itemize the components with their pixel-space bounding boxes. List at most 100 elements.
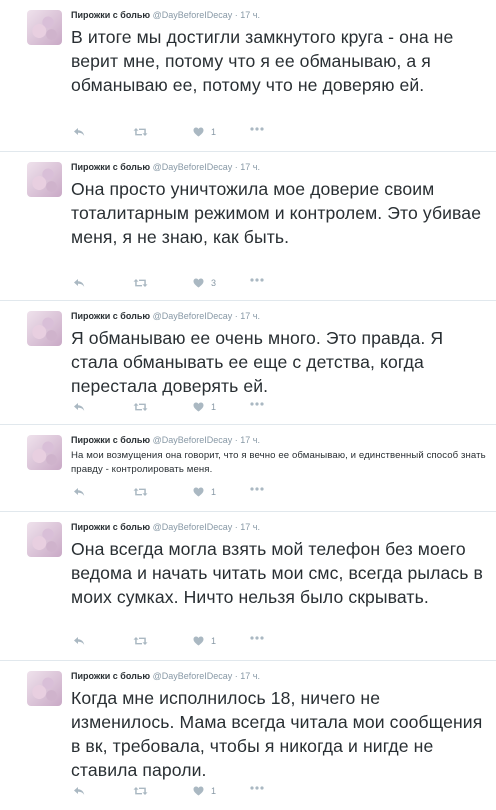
- tweet-actions: 1: [71, 636, 331, 650]
- tweet-timeline: Пирожки с болью @DayBeforeIDecay · 17 ч.…: [0, 0, 496, 810]
- like-button[interactable]: 1: [193, 786, 216, 796]
- retweet-icon: [133, 786, 148, 796]
- author-name[interactable]: Пирожки с болью: [71, 10, 150, 20]
- tweet[interactable]: Пирожки с болью @DayBeforeIDecay · 17 ч.…: [0, 301, 496, 425]
- tweet-text: Когда мне исполнилось 18, ничего не изме…: [71, 688, 483, 780]
- retweet-button[interactable]: [133, 402, 148, 412]
- author-name[interactable]: Пирожки с болью: [71, 311, 150, 321]
- more-button[interactable]: [250, 127, 264, 131]
- tweet-header: Пирожки с болью @DayBeforeIDecay · 17 ч.: [71, 310, 486, 322]
- tweet-timestamp[interactable]: 17 ч.: [240, 10, 260, 20]
- more-icon: [250, 278, 264, 282]
- like-button[interactable]: 1: [193, 402, 216, 412]
- author-name[interactable]: Пирожки с болью: [71, 435, 150, 445]
- tweet[interactable]: Пирожки с болью @DayBeforeIDecay · 17 ч.…: [0, 425, 496, 512]
- reply-button[interactable]: [73, 402, 85, 412]
- more-icon: [250, 786, 264, 790]
- tweet-timestamp[interactable]: 17 ч.: [240, 522, 260, 532]
- tweet[interactable]: Пирожки с болью @DayBeforeIDecay · 17 ч.…: [0, 512, 496, 661]
- retweet-button[interactable]: [133, 487, 148, 497]
- more-icon: [250, 402, 264, 406]
- retweet-button[interactable]: [133, 127, 148, 137]
- more-icon: [250, 636, 264, 640]
- avatar[interactable]: [27, 522, 62, 557]
- tweet-timestamp[interactable]: 17 ч.: [240, 435, 260, 445]
- tweet-text: На мои возмущения она говорит, что я веч…: [71, 450, 486, 475]
- tweet-timestamp[interactable]: 17 ч.: [240, 311, 260, 321]
- reply-button[interactable]: [73, 278, 85, 288]
- tweet-text: Я обманываю ее очень много. Это правда. …: [71, 328, 444, 396]
- author-handle[interactable]: @DayBeforeIDecay: [153, 10, 233, 20]
- retweet-button[interactable]: [133, 278, 148, 288]
- like-button[interactable]: 1: [193, 127, 216, 137]
- tweet-timestamp[interactable]: 17 ч.: [240, 671, 260, 681]
- more-button[interactable]: [250, 278, 264, 282]
- retweet-icon: [133, 402, 148, 412]
- reply-button[interactable]: [73, 487, 85, 497]
- author-handle[interactable]: @DayBeforeIDecay: [153, 162, 233, 172]
- like-count: 1: [211, 402, 217, 412]
- heart-icon: [193, 402, 204, 412]
- reply-button[interactable]: [73, 786, 85, 796]
- tweet[interactable]: Пирожки с болью @DayBeforeIDecay · 17 ч.…: [0, 152, 496, 301]
- more-button[interactable]: [250, 487, 264, 491]
- tweet[interactable]: Пирожки с болью @DayBeforeIDecay · 17 ч.…: [0, 0, 496, 152]
- retweet-icon: [133, 127, 148, 137]
- author-name[interactable]: Пирожки с болью: [71, 671, 150, 681]
- retweet-button[interactable]: [133, 636, 148, 646]
- author-handle[interactable]: @DayBeforeIDecay: [153, 311, 233, 321]
- author-name[interactable]: Пирожки с болью: [71, 162, 150, 172]
- author-handle[interactable]: @DayBeforeIDecay: [153, 435, 233, 445]
- author-handle[interactable]: @DayBeforeIDecay: [153, 671, 233, 681]
- tweet-header: Пирожки с болью @DayBeforeIDecay · 17 ч.: [71, 521, 486, 533]
- heart-icon: [193, 487, 204, 497]
- like-button[interactable]: 1: [193, 636, 216, 646]
- reply-icon: [73, 278, 85, 288]
- separator-dot: ·: [234, 522, 238, 532]
- avatar[interactable]: [27, 311, 62, 346]
- tweet[interactable]: Пирожки с болью @DayBeforeIDecay · 17 ч.…: [0, 661, 496, 810]
- heart-icon: [193, 278, 204, 288]
- tweet-actions: 1: [71, 402, 331, 416]
- tweet-header: Пирожки с болью @DayBeforeIDecay · 17 ч.: [71, 161, 486, 173]
- avatar[interactable]: [27, 162, 62, 197]
- heart-icon: [193, 127, 204, 137]
- reply-icon: [73, 786, 85, 796]
- author-name[interactable]: Пирожки с болью: [71, 522, 150, 532]
- more-button[interactable]: [250, 636, 264, 640]
- separator-dot: ·: [234, 435, 238, 445]
- tweet-actions: 1: [71, 127, 331, 141]
- avatar[interactable]: [27, 435, 62, 470]
- avatar[interactable]: [27, 10, 62, 45]
- reply-button[interactable]: [73, 127, 85, 137]
- retweet-icon: [133, 278, 148, 288]
- retweet-icon: [133, 487, 148, 497]
- like-count: 1: [211, 487, 217, 497]
- like-count: 1: [211, 636, 217, 646]
- more-icon: [250, 127, 264, 131]
- author-handle[interactable]: @DayBeforeIDecay: [153, 522, 233, 532]
- reply-icon: [73, 127, 85, 137]
- reply-icon: [73, 402, 85, 412]
- more-button[interactable]: [250, 402, 264, 406]
- like-count: 1: [211, 786, 217, 796]
- avatar[interactable]: [27, 671, 62, 706]
- reply-icon: [73, 487, 85, 497]
- reply-button[interactable]: [73, 636, 85, 646]
- retweet-icon: [133, 636, 148, 646]
- tweet-header: Пирожки с болью @DayBeforeIDecay · 17 ч.: [71, 9, 486, 21]
- tweet-text: Она просто уничтожила мое доверие своим …: [71, 179, 482, 247]
- like-count: 3: [211, 278, 217, 288]
- tweet-text: Она всегда могла взять мой телефон без м…: [71, 539, 483, 607]
- like-button[interactable]: 3: [193, 278, 216, 288]
- tweet-header: Пирожки с болью @DayBeforeIDecay · 17 ч.: [71, 670, 486, 682]
- separator-dot: ·: [234, 10, 238, 20]
- tweet-actions: 3: [71, 278, 331, 292]
- retweet-button[interactable]: [133, 786, 148, 796]
- more-button[interactable]: [250, 786, 264, 790]
- more-icon: [250, 487, 264, 491]
- separator-dot: ·: [234, 162, 238, 172]
- tweet-timestamp[interactable]: 17 ч.: [240, 162, 260, 172]
- tweet-header: Пирожки с болью @DayBeforeIDecay · 17 ч.: [71, 434, 486, 446]
- like-button[interactable]: 1: [193, 487, 216, 497]
